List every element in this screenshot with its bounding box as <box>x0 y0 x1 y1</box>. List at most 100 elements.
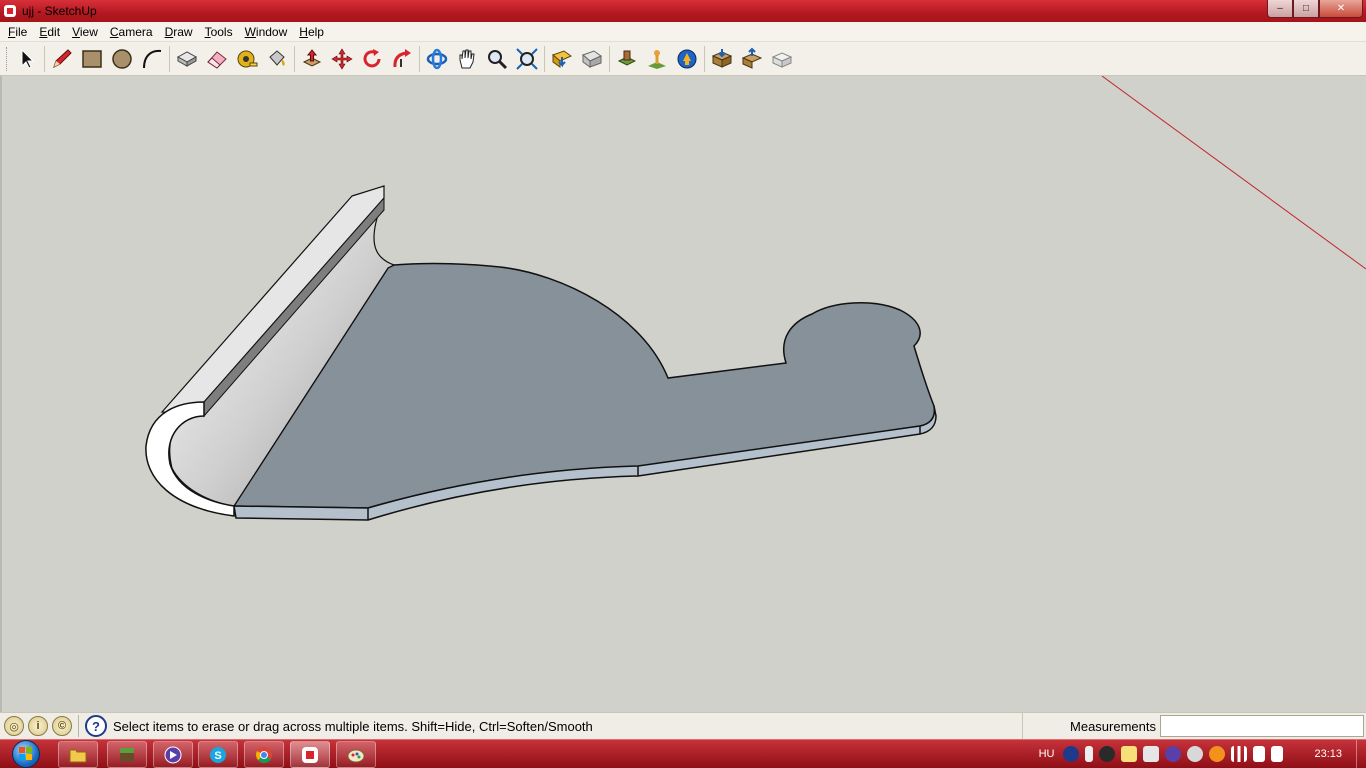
follow-me-button[interactable] <box>387 44 417 74</box>
menu-file[interactable]: File <box>2 22 33 42</box>
share-model-button[interactable] <box>577 44 607 74</box>
avast-tray-icon[interactable] <box>1209 746 1226 762</box>
credits-icon[interactable]: i <box>28 716 48 736</box>
push-pull-button[interactable] <box>297 44 327 74</box>
start-button[interactable] <box>6 740 46 768</box>
steam-tray-icon[interactable] <box>1099 746 1116 762</box>
pan-tool-button[interactable] <box>452 44 482 74</box>
follow-me-icon <box>393 48 411 67</box>
google-earth-icon <box>677 49 697 68</box>
menu-window[interactable]: Window <box>239 22 294 42</box>
volume-icon[interactable] <box>1271 746 1284 762</box>
circle-icon <box>112 48 132 69</box>
language-indicator[interactable]: HU <box>1039 748 1055 760</box>
taskbar-file-explorer[interactable] <box>58 741 98 768</box>
menu-edit[interactable]: Edit <box>33 22 66 42</box>
status-divider <box>78 715 79 737</box>
make-component-button[interactable] <box>172 44 202 74</box>
measurements-label: Measurements <box>1022 713 1162 740</box>
instructor-help-icon[interactable]: ? <box>85 715 107 737</box>
get-models-warehouse-button[interactable] <box>707 44 737 74</box>
toolbar-separator <box>704 45 705 72</box>
signal-tray-icon[interactable] <box>1231 746 1248 762</box>
rotate-tool-button[interactable] <box>357 44 387 74</box>
zoom-tool-button[interactable] <box>482 44 512 74</box>
close-button[interactable]: ✕ <box>1319 0 1363 18</box>
menu-tools-label: ools <box>210 24 233 39</box>
menu-window-accel: W <box>244 24 256 39</box>
menu-tools[interactable]: Tools <box>199 22 239 42</box>
flag-tray-icon[interactable] <box>1085 746 1094 762</box>
taskbar-media-player[interactable] <box>153 741 193 768</box>
orbit-icon <box>426 48 448 69</box>
menu-camera[interactable]: Camera <box>104 22 159 42</box>
paint-bucket-icon <box>269 49 285 66</box>
preview-button[interactable] <box>767 44 797 74</box>
share-component-icon <box>741 47 763 69</box>
system-tray: HU 23:13 <box>1039 740 1366 768</box>
select-icon <box>21 48 35 69</box>
folder-tray-icon[interactable] <box>1143 746 1160 762</box>
circle-tool-button[interactable] <box>107 44 137 74</box>
select-tool-button[interactable] <box>12 44 42 74</box>
rectangle-tool-button[interactable] <box>77 44 107 74</box>
toolbar-separator <box>419 45 420 72</box>
taskbar-sketchup[interactable] <box>290 741 330 768</box>
arc-tool-button[interactable] <box>137 44 167 74</box>
orbit-tool-button[interactable] <box>422 44 452 74</box>
media-tray-icon[interactable] <box>1165 746 1182 762</box>
taskbar-clock[interactable]: 23:13 <box>1314 748 1342 760</box>
sketchup-app-icon <box>4 5 16 17</box>
show-desktop-button[interactable] <box>1356 740 1366 768</box>
taskbar-minecraft[interactable] <box>107 741 147 768</box>
taskbar-chrome[interactable] <box>244 741 284 768</box>
add-location-button[interactable] <box>612 44 642 74</box>
move-tool-button[interactable] <box>327 44 357 74</box>
tape-measure-button[interactable] <box>232 44 262 74</box>
zoom-icon <box>488 49 508 69</box>
push-pull-icon <box>302 48 322 67</box>
menu-draw[interactable]: Draw <box>159 22 199 42</box>
maximize-button[interactable]: □ <box>1293 0 1319 18</box>
chrome-icon <box>256 746 272 763</box>
action-center-flag-icon[interactable] <box>1253 746 1266 762</box>
minimize-button[interactable]: – <box>1267 0 1293 18</box>
eraser-tool-button[interactable] <box>202 44 232 74</box>
help-tray-icon[interactable] <box>1063 746 1080 762</box>
menu-view[interactable]: View <box>66 22 104 42</box>
menu-edit-label: dit <box>47 24 61 39</box>
toggle-terrain-button[interactable] <box>642 44 672 74</box>
toolbar-separator <box>609 45 610 72</box>
title-bar: ujj - SketchUp – □ ✕ <box>0 0 1366 22</box>
get-models-button[interactable] <box>547 44 577 74</box>
svg-text:S: S <box>214 750 221 762</box>
minecraft-block-icon <box>120 747 134 762</box>
geo-location-icon[interactable]: ◎ <box>4 716 24 736</box>
folder-icon <box>69 749 87 762</box>
get-models-icon <box>552 49 572 68</box>
taskbar-paint[interactable] <box>336 741 376 768</box>
notes-tray-icon[interactable] <box>1121 746 1138 762</box>
menu-window-label: indow <box>255 24 288 39</box>
toolbar-grip[interactable] <box>6 46 9 71</box>
google-earth-button[interactable] <box>672 44 702 74</box>
pencil-tool-button[interactable] <box>47 44 77 74</box>
zoom-extents-button[interactable] <box>512 44 542 74</box>
make-component-icon <box>176 50 198 67</box>
move-icon <box>331 47 353 70</box>
status-hint-text: Select items to erase or drag across mul… <box>113 718 593 734</box>
menu-help-accel: H <box>299 24 308 39</box>
toggle-terrain-icon <box>648 49 666 69</box>
menu-bar: File Edit View Camera Draw Tools Window … <box>0 22 1366 42</box>
taskbar-skype[interactable]: S <box>198 741 238 768</box>
menu-camera-accel: C <box>109 24 119 39</box>
model-canvas[interactable] <box>2 76 1366 712</box>
share-component-button[interactable] <box>737 44 767 74</box>
measurements-input[interactable] <box>1160 715 1364 737</box>
menu-draw-label: raw <box>173 24 193 39</box>
paint-bucket-button[interactable] <box>262 44 292 74</box>
copyright-icon[interactable]: © <box>52 716 72 736</box>
drawing-area[interactable] <box>0 76 1366 712</box>
menu-help[interactable]: Help <box>293 22 330 42</box>
network-tray-icon[interactable] <box>1187 746 1204 762</box>
